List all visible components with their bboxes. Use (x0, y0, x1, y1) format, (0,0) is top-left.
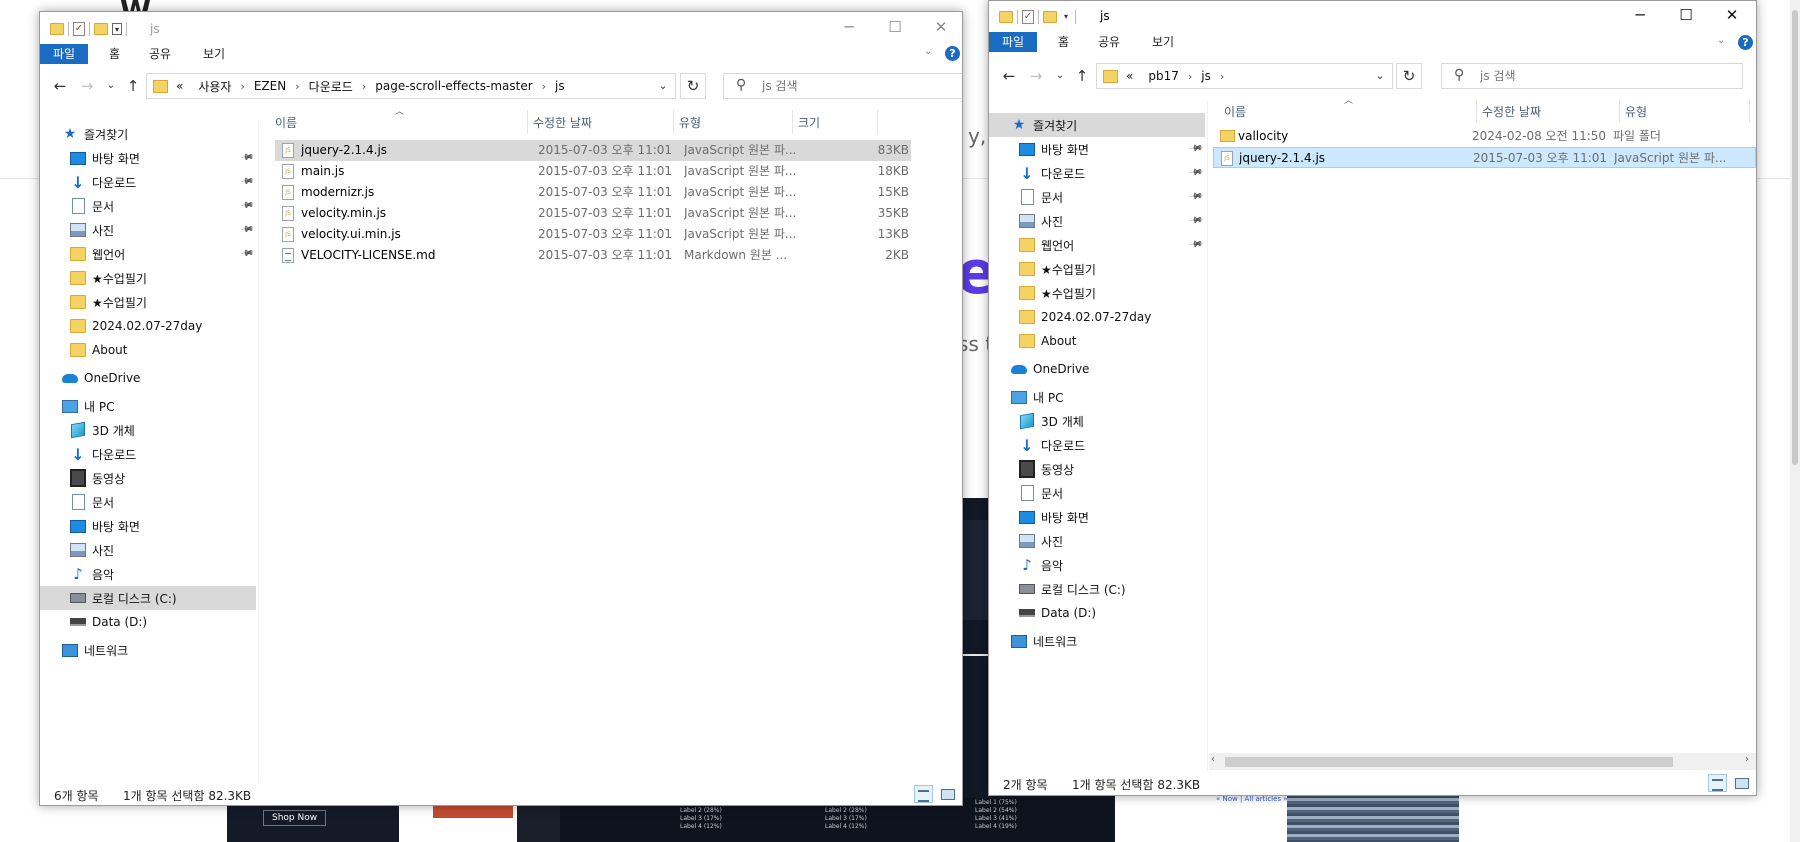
selection-info: 1개 항목 선택함 82.3KB (1072, 778, 1201, 792)
column-header[interactable]: 수정한 날짜 (1482, 99, 1625, 123)
column-divider[interactable] (1619, 99, 1620, 123)
file-date: 2015-07-03 오후 11:01 (1473, 151, 1608, 165)
details-view-icon[interactable] (1708, 774, 1727, 792)
column-divider[interactable] (792, 110, 793, 134)
file-name: modernizr.js (301, 185, 375, 199)
sort-ascending-icon: ︿ (1344, 96, 1354, 106)
background-scrollbar-thumb[interactable] (1792, 10, 1798, 465)
file-row[interactable]: JS modernizr.js 2015-07-03 오후 11:01 JavaScr… (275, 182, 911, 203)
md-file-icon (282, 248, 294, 263)
background-shop-now-button[interactable]: Shop Now (263, 810, 327, 826)
file-date: 2015-07-03 오후 11:01 (538, 227, 673, 241)
file-date: 2015-07-03 오후 11:01 (538, 185, 673, 199)
column-divider[interactable] (1749, 99, 1750, 123)
file-type: JavaScript 원본 파... (684, 185, 797, 199)
file-row[interactable]: JS velocity.ui.min.js 2015-07-03 오후 11:01 J… (275, 224, 911, 245)
file-row[interactable]: JS main.js 2015-07-03 오후 11:01 JavaScript 원… (275, 161, 911, 182)
file-type: JavaScript 원본 파... (684, 164, 797, 178)
legend-label: Label 2 (54%) (975, 807, 1017, 814)
folder-icon (1220, 130, 1235, 142)
item-count: 6개 항목 (54, 789, 99, 803)
explorer-window-left: ✓ ▾ js ─ ☐ ✕ 파일 홈 공유 보기 ⌄ ? ← → ⌄ ↑ « 사용… (39, 11, 963, 806)
background-photo (1287, 795, 1459, 842)
background-legend-2: Label 2 (28%) Label 3 (17%) Label 4 (12%… (825, 807, 867, 831)
item-count: 2개 항목 (1003, 778, 1048, 792)
file-size: 13KB (877, 227, 909, 241)
large-icons-view-icon[interactable] (1732, 774, 1751, 792)
file-name: jquery-2.1.4.js (301, 143, 388, 157)
file-list: 이름 수정한 날짜 유형 ︿ vallocity 2024-02-08 오전 11:50 파… (989, 1, 1756, 795)
file-name: velocity.ui.min.js (301, 227, 401, 241)
large-icons-view-icon[interactable] (938, 785, 957, 803)
file-size: 2KB (885, 248, 909, 262)
js-file-icon: JS (1221, 151, 1233, 166)
js-file-icon: JS (282, 143, 294, 158)
legend-label: Label 1 (75%) (975, 799, 1017, 806)
background-legend-3: Label 1 (75%) Label 2 (54%) Label 3 (41%… (975, 799, 1017, 831)
file-date: 2015-07-03 오후 11:01 (538, 143, 673, 157)
selection-info: 1개 항목 선택함 82.3KB (123, 789, 252, 803)
file-size: 35KB (877, 206, 909, 220)
file-type: Markdown 원본 ... (684, 248, 788, 262)
background-legend-1: Label 2 (28%) Label 3 (17%) Label 4 (12%… (680, 807, 722, 831)
legend-label: Label 4 (19%) (975, 823, 1017, 830)
status-bar: 2개 항목 1개 항목 선택함 82.3KB (989, 771, 1756, 795)
legend-label: Label 2 (28%) (680, 807, 722, 814)
column-divider[interactable] (877, 110, 878, 134)
details-view-icon[interactable] (914, 785, 933, 803)
js-file-icon: JS (282, 227, 294, 242)
scrollbar-thumb[interactable] (1225, 757, 1673, 767)
file-name: jquery-2.1.4.js (1239, 151, 1326, 165)
column-header[interactable]: 수정한 날짜 (533, 110, 679, 134)
legend-label: Label 3 (17%) (825, 815, 867, 822)
js-file-icon: JS (282, 164, 294, 179)
scroll-right-arrow-icon[interactable]: › (1745, 754, 1749, 765)
file-date: 2015-07-03 오후 11:01 (538, 164, 673, 178)
status-bar: 6개 항목 1개 항목 선택함 82.3KB (40, 782, 962, 805)
column-header[interactable]: 유형 (679, 110, 798, 134)
column-divider[interactable] (673, 110, 674, 134)
column-divider[interactable] (527, 110, 528, 134)
file-name: velocity.min.js (301, 206, 387, 220)
legend-label: Label 2 (28%) (825, 807, 867, 814)
file-date: 2015-07-03 오후 11:01 (538, 206, 673, 220)
legend-label: Label 3 (41%) (975, 815, 1017, 822)
file-name: vallocity (1238, 129, 1289, 143)
file-row[interactable]: JS jquery-2.1.4.js 2015-07-03 오후 11:01 Java… (1213, 147, 1756, 168)
file-date: 2015-07-03 오후 11:01 (538, 248, 673, 262)
background-article-links[interactable]: « Now | All articles » (1216, 795, 1288, 803)
file-row[interactable]: VELOCITY-LICENSE.md 2015-07-03 오후 11:01 Ma… (275, 245, 911, 266)
file-name: VELOCITY-LICENSE.md (301, 248, 436, 262)
file-type: JavaScript 원본 파... (684, 206, 797, 220)
file-type: 파일 폴더 (1613, 129, 1661, 143)
file-type: JavaScript 원본 파... (684, 143, 797, 157)
js-file-icon: JS (282, 185, 294, 200)
file-row[interactable]: vallocity 2024-02-08 오전 11:50 파일 폴더 (1213, 126, 1756, 147)
column-divider[interactable] (1476, 99, 1477, 123)
file-name: main.js (301, 164, 345, 178)
legend-label: Label 4 (12%) (825, 823, 867, 830)
scroll-left-arrow-icon[interactable]: ‹ (1211, 754, 1215, 765)
column-header[interactable]: 크기 (798, 110, 883, 134)
js-file-icon: JS (282, 206, 294, 221)
file-size: 18KB (877, 164, 909, 178)
file-type: JavaScript 원본 파... (684, 227, 797, 241)
file-type: JavaScript 원본 파... (1614, 151, 1727, 165)
file-row[interactable]: JS velocity.min.js 2015-07-03 오후 11:01 Java… (275, 203, 911, 224)
column-header[interactable]: 유형 (1625, 99, 1755, 123)
file-date: 2024-02-08 오전 11:50 (1472, 129, 1607, 143)
horizontal-scrollbar[interactable]: ‹ › (1209, 753, 1756, 770)
explorer-window-right: ✓ ▾ js ─ ☐ ✕ 파일 홈 공유 보기 ⌄ ? ← → ⌄ ↑ « pb… (988, 0, 1757, 796)
legend-label: Label 3 (17%) (680, 815, 722, 822)
file-row[interactable]: JS jquery-2.1.4.js 2015-07-03 오후 11:01 Java… (275, 140, 911, 161)
file-list: 이름 수정한 날짜 유형 크기 ︿ JS jquery-2.1.4.js 2015-07-03… (40, 12, 962, 805)
legend-label: Label 4 (12%) (680, 823, 722, 830)
file-size: 15KB (877, 185, 909, 199)
file-size: 83KB (877, 143, 909, 157)
sort-ascending-icon: ︿ (395, 107, 405, 117)
